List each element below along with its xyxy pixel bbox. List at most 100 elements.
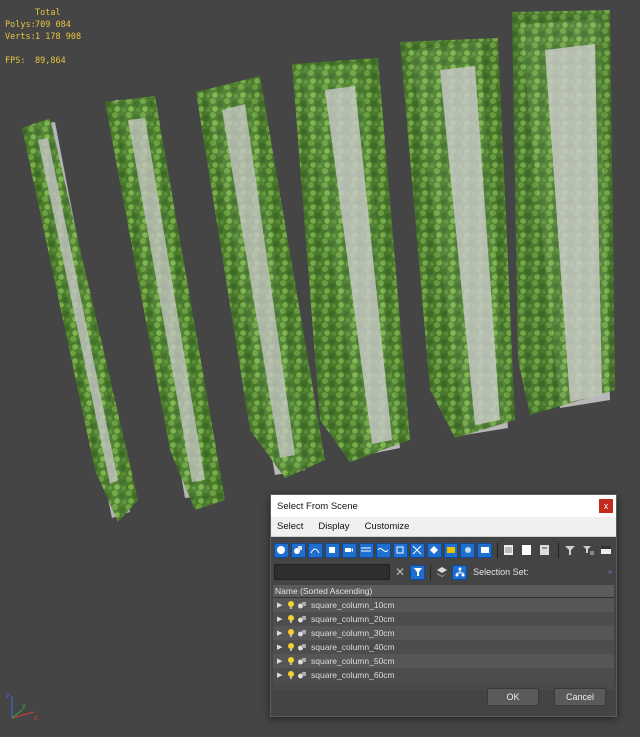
expand-arrow-icon[interactable]: ▶: [277, 671, 285, 679]
sort-icon[interactable]: [537, 543, 552, 558]
columns-icon[interactable]: [519, 543, 534, 558]
bones-icon: [430, 546, 439, 554]
hierarchy-button[interactable]: [452, 564, 468, 580]
lightbulb-icon[interactable]: [285, 642, 296, 652]
axis-y-label: y: [22, 703, 26, 710]
dialog-title: Select From Scene: [277, 500, 358, 512]
display-lights-button[interactable]: [324, 542, 340, 558]
fps-value: 89,864: [35, 56, 66, 66]
display-spacewarps-button[interactable]: [375, 542, 391, 558]
geometry-icon: [294, 546, 303, 554]
display-shapes-button[interactable]: [307, 542, 323, 558]
list-item[interactable]: ▶ square_column_20cm: [273, 612, 614, 626]
verts-value: 1 178 908: [35, 32, 82, 42]
menu-bar: Select Display Customize: [271, 517, 616, 537]
toolbar-separator: [430, 564, 432, 580]
object-type-icon: [296, 657, 307, 666]
list-item[interactable]: ▶ square_column_10cm: [273, 598, 614, 612]
filter-icon[interactable]: [562, 543, 577, 558]
frozen-icon: [464, 547, 471, 553]
lightbulb-icon[interactable]: [285, 656, 296, 666]
page-icon[interactable]: [501, 543, 516, 558]
dialog-titlebar[interactable]: Select From Scene x: [271, 495, 616, 517]
expand-arrow-icon[interactable]: ▶: [277, 657, 285, 665]
cameras-icon: [345, 548, 354, 552]
cancel-button[interactable]: Cancel: [554, 688, 606, 706]
expand-arrow-icon[interactable]: ▶: [277, 643, 285, 651]
shapes-icon: [310, 548, 320, 554]
toolbar-overflow-button[interactable]: »: [608, 569, 612, 576]
dialog-buttons: OK Cancel: [472, 688, 606, 706]
groups-icon: [396, 546, 404, 554]
ok-button[interactable]: OK: [487, 688, 539, 706]
object-type-icon: [296, 671, 307, 680]
hierarchy-icon: [455, 567, 465, 577]
list-item[interactable]: ▶ square_column_30cm: [273, 626, 614, 640]
toolbar-separator: [558, 542, 560, 558]
lights-icon: [329, 547, 336, 553]
polys-label: Polys:: [5, 20, 36, 30]
display-geometry-button[interactable]: [290, 542, 306, 558]
display-hidden-button[interactable]: [477, 542, 493, 558]
display-bones-button[interactable]: [426, 542, 442, 558]
object-name: square_column_60cm: [311, 670, 395, 680]
search-bar: ✕ Selection Set: »: [271, 562, 616, 582]
filter-funnel-icon: [413, 568, 422, 576]
list-item[interactable]: ▶ square_column_60cm: [273, 668, 614, 682]
ivy-column-60cm: [512, 10, 615, 415]
expand-arrow-icon[interactable]: ▶: [277, 601, 285, 609]
menu-display[interactable]: Display: [318, 521, 349, 532]
expand-arrow-icon[interactable]: ▶: [277, 629, 285, 637]
list-view-icon: [480, 547, 489, 553]
lightbulb-icon[interactable]: [285, 600, 296, 610]
filter-toolbar: [271, 540, 616, 560]
selection-set-label: Selection Set:: [473, 567, 529, 577]
object-name: square_column_50cm: [311, 656, 395, 666]
layers-icon[interactable]: [434, 565, 449, 580]
menu-customize[interactable]: Customize: [365, 521, 410, 532]
display-cameras-button[interactable]: [341, 542, 357, 558]
search-input[interactable]: [274, 564, 390, 580]
display-xrefs-button[interactable]: [409, 542, 425, 558]
object-name: square_column_10cm: [311, 600, 395, 610]
xrefs-icon: [412, 545, 422, 555]
scene-object-list: ▶ square_column_10cm ▶ square_column_20c…: [273, 598, 614, 690]
display-frozen-button[interactable]: [460, 542, 476, 558]
lightbulb-icon[interactable]: [285, 628, 296, 638]
close-button[interactable]: x: [599, 499, 613, 513]
menu-select[interactable]: Select: [277, 521, 303, 532]
lightbulb-icon[interactable]: [285, 614, 296, 624]
display-all-button[interactable]: [274, 542, 289, 558]
name-column-header[interactable]: Name (Sorted Ascending): [273, 585, 614, 598]
object-name: square_column_20cm: [311, 614, 395, 624]
object-type-icon: [296, 615, 307, 624]
axis-x-label: x: [34, 715, 38, 722]
axis-tripod-icon: x z y: [6, 693, 38, 722]
viewport-statistics: Total Polys: 709 084 Verts: 1 178 908 FPS:…: [5, 7, 81, 67]
find-case-sensitive-button[interactable]: [410, 564, 426, 580]
toolbar-separator: [497, 542, 499, 558]
expand-arrow-icon[interactable]: ▶: [277, 615, 285, 623]
object-type-icon: [296, 601, 307, 610]
stats-total-label: Total: [35, 8, 61, 18]
display-containers-button[interactable]: [443, 542, 459, 558]
display-groups-button[interactable]: [392, 542, 408, 558]
object-name: square_column_40cm: [311, 642, 395, 652]
axis-z-label: z: [6, 693, 10, 700]
list-item[interactable]: ▶ square_column_40cm: [273, 640, 614, 654]
select-from-scene-dialog: Select From Scene x Select Display Custo…: [270, 494, 617, 717]
list-item[interactable]: ▶ square_column_50cm: [273, 654, 614, 668]
object-type-icon: [296, 629, 307, 638]
clear-search-button[interactable]: ✕: [395, 565, 405, 579]
fps-label: FPS:: [5, 56, 26, 66]
layout-icon[interactable]: [598, 543, 613, 558]
verts-label: Verts:: [5, 32, 36, 42]
object-type-icon: [296, 643, 307, 652]
spacewarps-icon: [378, 548, 389, 552]
filter-options-icon[interactable]: [580, 543, 595, 558]
lightbulb-icon[interactable]: [285, 670, 296, 680]
containers-icon: [447, 547, 455, 553]
display-helpers-button[interactable]: [358, 542, 374, 558]
object-name: square_column_30cm: [311, 628, 395, 638]
polys-value: 709 084: [35, 20, 71, 30]
